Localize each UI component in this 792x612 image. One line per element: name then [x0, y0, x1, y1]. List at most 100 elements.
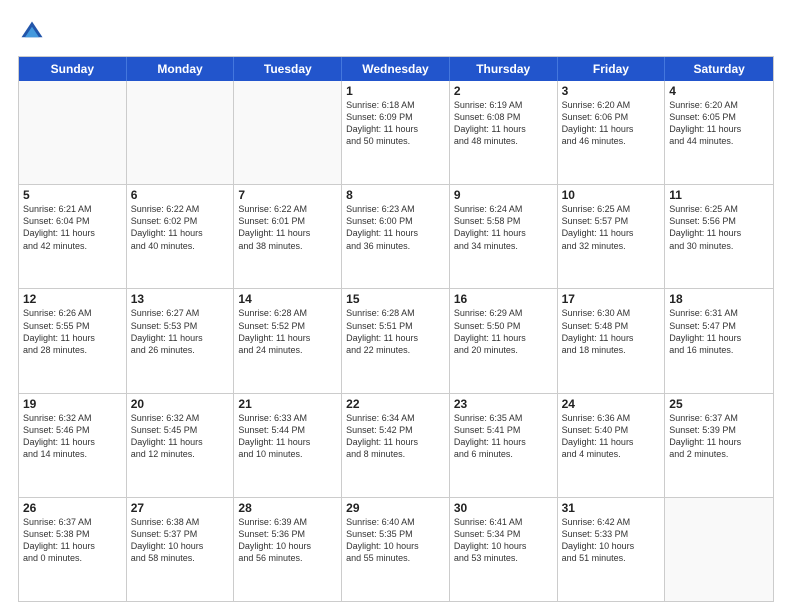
- cell-info: Sunrise: 6:22 AM Sunset: 6:01 PM Dayligh…: [238, 203, 337, 252]
- header: [18, 18, 774, 46]
- day-number: 8: [346, 188, 445, 202]
- calendar-cell: 15Sunrise: 6:28 AM Sunset: 5:51 PM Dayli…: [342, 289, 450, 392]
- calendar-header: SundayMondayTuesdayWednesdayThursdayFrid…: [19, 57, 773, 81]
- calendar-cell: 2Sunrise: 6:19 AM Sunset: 6:08 PM Daylig…: [450, 81, 558, 184]
- calendar-cell: 12Sunrise: 6:26 AM Sunset: 5:55 PM Dayli…: [19, 289, 127, 392]
- calendar-cell: 18Sunrise: 6:31 AM Sunset: 5:47 PM Dayli…: [665, 289, 773, 392]
- calendar-cell: 5Sunrise: 6:21 AM Sunset: 6:04 PM Daylig…: [19, 185, 127, 288]
- weekday-header: Saturday: [665, 57, 773, 81]
- calendar-row: 26Sunrise: 6:37 AM Sunset: 5:38 PM Dayli…: [19, 498, 773, 601]
- calendar-cell: 29Sunrise: 6:40 AM Sunset: 5:35 PM Dayli…: [342, 498, 450, 601]
- day-number: 18: [669, 292, 769, 306]
- cell-info: Sunrise: 6:41 AM Sunset: 5:34 PM Dayligh…: [454, 516, 553, 565]
- cell-info: Sunrise: 6:20 AM Sunset: 6:05 PM Dayligh…: [669, 99, 769, 148]
- calendar-cell: 21Sunrise: 6:33 AM Sunset: 5:44 PM Dayli…: [234, 394, 342, 497]
- calendar-cell: 11Sunrise: 6:25 AM Sunset: 5:56 PM Dayli…: [665, 185, 773, 288]
- day-number: 1: [346, 84, 445, 98]
- cell-info: Sunrise: 6:25 AM Sunset: 5:56 PM Dayligh…: [669, 203, 769, 252]
- day-number: 7: [238, 188, 337, 202]
- cell-info: Sunrise: 6:35 AM Sunset: 5:41 PM Dayligh…: [454, 412, 553, 461]
- logo-icon: [18, 18, 46, 46]
- day-number: 20: [131, 397, 230, 411]
- calendar-cell: 20Sunrise: 6:32 AM Sunset: 5:45 PM Dayli…: [127, 394, 235, 497]
- calendar-cell: 28Sunrise: 6:39 AM Sunset: 5:36 PM Dayli…: [234, 498, 342, 601]
- day-number: 27: [131, 501, 230, 515]
- weekday-header: Sunday: [19, 57, 127, 81]
- cell-info: Sunrise: 6:28 AM Sunset: 5:52 PM Dayligh…: [238, 307, 337, 356]
- day-number: 14: [238, 292, 337, 306]
- calendar-row: 12Sunrise: 6:26 AM Sunset: 5:55 PM Dayli…: [19, 289, 773, 393]
- day-number: 25: [669, 397, 769, 411]
- calendar-cell: 7Sunrise: 6:22 AM Sunset: 6:01 PM Daylig…: [234, 185, 342, 288]
- calendar-cell: 25Sunrise: 6:37 AM Sunset: 5:39 PM Dayli…: [665, 394, 773, 497]
- logo: [18, 18, 50, 46]
- day-number: 2: [454, 84, 553, 98]
- cell-info: Sunrise: 6:36 AM Sunset: 5:40 PM Dayligh…: [562, 412, 661, 461]
- calendar-cell: 23Sunrise: 6:35 AM Sunset: 5:41 PM Dayli…: [450, 394, 558, 497]
- weekday-header: Tuesday: [234, 57, 342, 81]
- cell-info: Sunrise: 6:24 AM Sunset: 5:58 PM Dayligh…: [454, 203, 553, 252]
- calendar-cell: [234, 81, 342, 184]
- calendar-cell: 31Sunrise: 6:42 AM Sunset: 5:33 PM Dayli…: [558, 498, 666, 601]
- calendar-cell: 19Sunrise: 6:32 AM Sunset: 5:46 PM Dayli…: [19, 394, 127, 497]
- cell-info: Sunrise: 6:25 AM Sunset: 5:57 PM Dayligh…: [562, 203, 661, 252]
- cell-info: Sunrise: 6:33 AM Sunset: 5:44 PM Dayligh…: [238, 412, 337, 461]
- cell-info: Sunrise: 6:19 AM Sunset: 6:08 PM Dayligh…: [454, 99, 553, 148]
- day-number: 10: [562, 188, 661, 202]
- calendar-cell: 26Sunrise: 6:37 AM Sunset: 5:38 PM Dayli…: [19, 498, 127, 601]
- cell-info: Sunrise: 6:42 AM Sunset: 5:33 PM Dayligh…: [562, 516, 661, 565]
- cell-info: Sunrise: 6:28 AM Sunset: 5:51 PM Dayligh…: [346, 307, 445, 356]
- day-number: 13: [131, 292, 230, 306]
- weekday-header: Thursday: [450, 57, 558, 81]
- calendar-cell: 10Sunrise: 6:25 AM Sunset: 5:57 PM Dayli…: [558, 185, 666, 288]
- day-number: 17: [562, 292, 661, 306]
- cell-info: Sunrise: 6:37 AM Sunset: 5:38 PM Dayligh…: [23, 516, 122, 565]
- calendar: SundayMondayTuesdayWednesdayThursdayFrid…: [18, 56, 774, 602]
- calendar-cell: [19, 81, 127, 184]
- day-number: 9: [454, 188, 553, 202]
- cell-info: Sunrise: 6:38 AM Sunset: 5:37 PM Dayligh…: [131, 516, 230, 565]
- weekday-header: Friday: [558, 57, 666, 81]
- page: SundayMondayTuesdayWednesdayThursdayFrid…: [0, 0, 792, 612]
- day-number: 3: [562, 84, 661, 98]
- cell-info: Sunrise: 6:29 AM Sunset: 5:50 PM Dayligh…: [454, 307, 553, 356]
- calendar-cell: 30Sunrise: 6:41 AM Sunset: 5:34 PM Dayli…: [450, 498, 558, 601]
- cell-info: Sunrise: 6:30 AM Sunset: 5:48 PM Dayligh…: [562, 307, 661, 356]
- cell-info: Sunrise: 6:40 AM Sunset: 5:35 PM Dayligh…: [346, 516, 445, 565]
- day-number: 6: [131, 188, 230, 202]
- cell-info: Sunrise: 6:34 AM Sunset: 5:42 PM Dayligh…: [346, 412, 445, 461]
- cell-info: Sunrise: 6:37 AM Sunset: 5:39 PM Dayligh…: [669, 412, 769, 461]
- day-number: 24: [562, 397, 661, 411]
- calendar-cell: 9Sunrise: 6:24 AM Sunset: 5:58 PM Daylig…: [450, 185, 558, 288]
- cell-info: Sunrise: 6:22 AM Sunset: 6:02 PM Dayligh…: [131, 203, 230, 252]
- calendar-cell: 4Sunrise: 6:20 AM Sunset: 6:05 PM Daylig…: [665, 81, 773, 184]
- calendar-cell: [665, 498, 773, 601]
- cell-info: Sunrise: 6:32 AM Sunset: 5:46 PM Dayligh…: [23, 412, 122, 461]
- day-number: 30: [454, 501, 553, 515]
- cell-info: Sunrise: 6:18 AM Sunset: 6:09 PM Dayligh…: [346, 99, 445, 148]
- cell-info: Sunrise: 6:32 AM Sunset: 5:45 PM Dayligh…: [131, 412, 230, 461]
- day-number: 22: [346, 397, 445, 411]
- day-number: 15: [346, 292, 445, 306]
- day-number: 29: [346, 501, 445, 515]
- day-number: 11: [669, 188, 769, 202]
- calendar-cell: 1Sunrise: 6:18 AM Sunset: 6:09 PM Daylig…: [342, 81, 450, 184]
- cell-info: Sunrise: 6:20 AM Sunset: 6:06 PM Dayligh…: [562, 99, 661, 148]
- calendar-cell: 17Sunrise: 6:30 AM Sunset: 5:48 PM Dayli…: [558, 289, 666, 392]
- calendar-cell: 22Sunrise: 6:34 AM Sunset: 5:42 PM Dayli…: [342, 394, 450, 497]
- calendar-cell: 16Sunrise: 6:29 AM Sunset: 5:50 PM Dayli…: [450, 289, 558, 392]
- calendar-cell: 24Sunrise: 6:36 AM Sunset: 5:40 PM Dayli…: [558, 394, 666, 497]
- calendar-row: 1Sunrise: 6:18 AM Sunset: 6:09 PM Daylig…: [19, 81, 773, 185]
- calendar-cell: 8Sunrise: 6:23 AM Sunset: 6:00 PM Daylig…: [342, 185, 450, 288]
- day-number: 4: [669, 84, 769, 98]
- day-number: 21: [238, 397, 337, 411]
- cell-info: Sunrise: 6:26 AM Sunset: 5:55 PM Dayligh…: [23, 307, 122, 356]
- calendar-body: 1Sunrise: 6:18 AM Sunset: 6:09 PM Daylig…: [19, 81, 773, 601]
- calendar-cell: 3Sunrise: 6:20 AM Sunset: 6:06 PM Daylig…: [558, 81, 666, 184]
- calendar-cell: 6Sunrise: 6:22 AM Sunset: 6:02 PM Daylig…: [127, 185, 235, 288]
- calendar-row: 5Sunrise: 6:21 AM Sunset: 6:04 PM Daylig…: [19, 185, 773, 289]
- day-number: 28: [238, 501, 337, 515]
- calendar-cell: 13Sunrise: 6:27 AM Sunset: 5:53 PM Dayli…: [127, 289, 235, 392]
- day-number: 23: [454, 397, 553, 411]
- day-number: 31: [562, 501, 661, 515]
